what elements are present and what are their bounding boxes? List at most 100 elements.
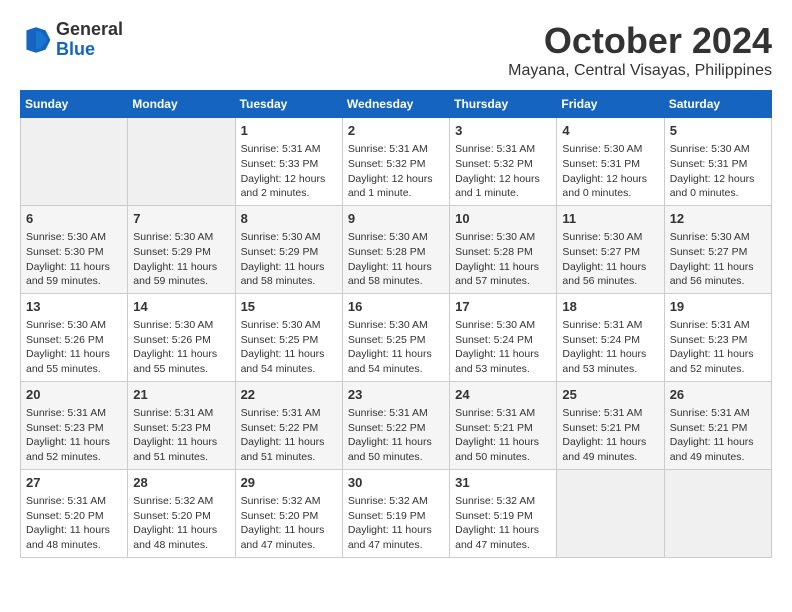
day-info: Sunrise: 5:31 AMSunset: 5:23 PMDaylight:…: [133, 407, 217, 463]
calendar-cell: 31Sunrise: 5:32 AMSunset: 5:19 PMDayligh…: [450, 469, 557, 557]
day-info: Sunrise: 5:32 AMSunset: 5:19 PMDaylight:…: [348, 495, 432, 551]
day-info: Sunrise: 5:31 AMSunset: 5:23 PMDaylight:…: [26, 407, 110, 463]
day-number: 8: [241, 210, 337, 228]
day-number: 24: [455, 386, 551, 404]
day-number: 7: [133, 210, 229, 228]
day-number: 13: [26, 298, 122, 316]
day-info: Sunrise: 5:31 AMSunset: 5:21 PMDaylight:…: [670, 407, 754, 463]
calendar-cell: 11Sunrise: 5:30 AMSunset: 5:27 PMDayligh…: [557, 205, 664, 293]
day-number: 27: [26, 474, 122, 492]
week-row-4: 20 Sunrise: 5:31 AMSunset: 5:23 PMDayligh…: [21, 381, 772, 469]
day-number: 3: [455, 122, 551, 140]
day-number: 25: [562, 386, 658, 404]
day-number: 12: [670, 210, 766, 228]
day-number: 6: [26, 210, 122, 228]
calendar-cell: 12 Sunrise: 5:30 AMSunset: 5:27 PMDayligh…: [664, 205, 771, 293]
day-info: Sunrise: 5:31 AMSunset: 5:21 PMDaylight:…: [562, 407, 646, 463]
day-header-wednesday: Wednesday: [342, 91, 449, 118]
logo-icon: [20, 24, 52, 56]
calendar-cell: 7 Sunrise: 5:30 AMSunset: 5:29 PMDaylight…: [128, 205, 235, 293]
header-row: SundayMondayTuesdayWednesdayThursdayFrid…: [21, 91, 772, 118]
calendar-cell: 29 Sunrise: 5:32 AMSunset: 5:20 PMDayligh…: [235, 469, 342, 557]
day-info: Sunrise: 5:30 AMSunset: 5:29 PMDaylight:…: [241, 231, 325, 287]
calendar-cell: 1 Sunrise: 5:31 AMSunset: 5:33 PMDaylight…: [235, 118, 342, 206]
day-number: 30: [348, 474, 444, 492]
week-row-3: 13 Sunrise: 5:30 AMSunset: 5:26 PMDayligh…: [21, 293, 772, 381]
day-info: Sunrise: 5:30 AMSunset: 5:27 PMDaylight:…: [670, 231, 754, 287]
calendar-cell: 5Sunrise: 5:30 AMSunset: 5:31 PMDaylight…: [664, 118, 771, 206]
calendar-cell: 26 Sunrise: 5:31 AMSunset: 5:21 PMDayligh…: [664, 381, 771, 469]
calendar-cell: 21 Sunrise: 5:31 AMSunset: 5:23 PMDayligh…: [128, 381, 235, 469]
day-header-tuesday: Tuesday: [235, 91, 342, 118]
week-row-1: 1 Sunrise: 5:31 AMSunset: 5:33 PMDaylight…: [21, 118, 772, 206]
calendar-cell: 22 Sunrise: 5:31 AMSunset: 5:22 PMDayligh…: [235, 381, 342, 469]
page-header: General Blue October 2024 Mayana, Centra…: [20, 20, 772, 80]
day-info: Sunrise: 5:32 AMSunset: 5:20 PMDaylight:…: [241, 495, 325, 551]
calendar-cell: 8 Sunrise: 5:30 AMSunset: 5:29 PMDaylight…: [235, 205, 342, 293]
calendar-cell: 2 Sunrise: 5:31 AMSunset: 5:32 PMDaylight…: [342, 118, 449, 206]
day-number: 22: [241, 386, 337, 404]
location-title: Mayana, Central Visayas, Philippines: [508, 62, 772, 80]
calendar-cell: 16Sunrise: 5:30 AMSunset: 5:25 PMDayligh…: [342, 293, 449, 381]
calendar-cell: [664, 469, 771, 557]
title-area: October 2024 Mayana, Central Visayas, Ph…: [508, 20, 772, 80]
day-info: Sunrise: 5:31 AMSunset: 5:32 PMDaylight:…: [455, 143, 540, 199]
day-info: Sunrise: 5:31 AMSunset: 5:22 PMDaylight:…: [241, 407, 325, 463]
day-info: Sunrise: 5:30 AMSunset: 5:31 PMDaylight:…: [562, 143, 647, 199]
day-info: Sunrise: 5:31 AMSunset: 5:23 PMDaylight:…: [670, 319, 754, 375]
day-info: Sunrise: 5:30 AMSunset: 5:26 PMDaylight:…: [26, 319, 110, 375]
day-info: Sunrise: 5:30 AMSunset: 5:28 PMDaylight:…: [348, 231, 432, 287]
day-number: 10: [455, 210, 551, 228]
calendar-cell: 17Sunrise: 5:30 AMSunset: 5:24 PMDayligh…: [450, 293, 557, 381]
day-number: 23: [348, 386, 444, 404]
day-number: 9: [348, 210, 444, 228]
day-number: 29: [241, 474, 337, 492]
day-info: Sunrise: 5:31 AMSunset: 5:21 PMDaylight:…: [455, 407, 539, 463]
day-number: 28: [133, 474, 229, 492]
day-number: 11: [562, 210, 658, 228]
calendar-cell: [557, 469, 664, 557]
calendar-cell: 27 Sunrise: 5:31 AMSunset: 5:20 PMDayligh…: [21, 469, 128, 557]
calendar-cell: 9 Sunrise: 5:30 AMSunset: 5:28 PMDaylight…: [342, 205, 449, 293]
month-title: October 2024: [508, 20, 772, 62]
calendar-table: SundayMondayTuesdayWednesdayThursdayFrid…: [20, 90, 772, 558]
calendar-cell: [21, 118, 128, 206]
day-info: Sunrise: 5:30 AMSunset: 5:29 PMDaylight:…: [133, 231, 217, 287]
day-header-friday: Friday: [557, 91, 664, 118]
day-info: Sunrise: 5:31 AMSunset: 5:32 PMDaylight:…: [348, 143, 433, 199]
day-number: 20: [26, 386, 122, 404]
day-number: 2: [348, 122, 444, 140]
calendar-cell: 28 Sunrise: 5:32 AMSunset: 5:20 PMDayligh…: [128, 469, 235, 557]
day-number: 18: [562, 298, 658, 316]
calendar-cell: 24 Sunrise: 5:31 AMSunset: 5:21 PMDayligh…: [450, 381, 557, 469]
calendar-cell: 19 Sunrise: 5:31 AMSunset: 5:23 PMDayligh…: [664, 293, 771, 381]
day-info: Sunrise: 5:30 AMSunset: 5:25 PMDaylight:…: [348, 319, 432, 375]
day-number: 26: [670, 386, 766, 404]
day-number: 15: [241, 298, 337, 316]
calendar-cell: 10Sunrise: 5:30 AMSunset: 5:28 PMDayligh…: [450, 205, 557, 293]
day-number: 21: [133, 386, 229, 404]
calendar-cell: [128, 118, 235, 206]
calendar-cell: 14Sunrise: 5:30 AMSunset: 5:26 PMDayligh…: [128, 293, 235, 381]
calendar-cell: 30 Sunrise: 5:32 AMSunset: 5:19 PMDayligh…: [342, 469, 449, 557]
day-header-monday: Monday: [128, 91, 235, 118]
calendar-cell: 15 Sunrise: 5:30 AMSunset: 5:25 PMDayligh…: [235, 293, 342, 381]
calendar-cell: 13 Sunrise: 5:30 AMSunset: 5:26 PMDayligh…: [21, 293, 128, 381]
calendar-cell: 18Sunrise: 5:31 AMSunset: 5:24 PMDayligh…: [557, 293, 664, 381]
day-info: Sunrise: 5:30 AMSunset: 5:24 PMDaylight:…: [455, 319, 539, 375]
day-info: Sunrise: 5:32 AMSunset: 5:19 PMDaylight:…: [455, 495, 539, 551]
day-info: Sunrise: 5:31 AMSunset: 5:22 PMDaylight:…: [348, 407, 432, 463]
day-info: Sunrise: 5:31 AMSunset: 5:20 PMDaylight:…: [26, 495, 110, 551]
day-info: Sunrise: 5:31 AMSunset: 5:33 PMDaylight:…: [241, 143, 326, 199]
calendar-cell: 25 Sunrise: 5:31 AMSunset: 5:21 PMDayligh…: [557, 381, 664, 469]
day-info: Sunrise: 5:32 AMSunset: 5:20 PMDaylight:…: [133, 495, 217, 551]
day-number: 14: [133, 298, 229, 316]
calendar-cell: 3 Sunrise: 5:31 AMSunset: 5:32 PMDaylight…: [450, 118, 557, 206]
day-number: 1: [241, 122, 337, 140]
day-number: 19: [670, 298, 766, 316]
calendar-cell: 20 Sunrise: 5:31 AMSunset: 5:23 PMDayligh…: [21, 381, 128, 469]
day-number: 5: [670, 122, 766, 140]
day-info: Sunrise: 5:30 AMSunset: 5:30 PMDaylight:…: [26, 231, 110, 287]
calendar-cell: 4Sunrise: 5:30 AMSunset: 5:31 PMDaylight…: [557, 118, 664, 206]
day-info: Sunrise: 5:30 AMSunset: 5:25 PMDaylight:…: [241, 319, 325, 375]
